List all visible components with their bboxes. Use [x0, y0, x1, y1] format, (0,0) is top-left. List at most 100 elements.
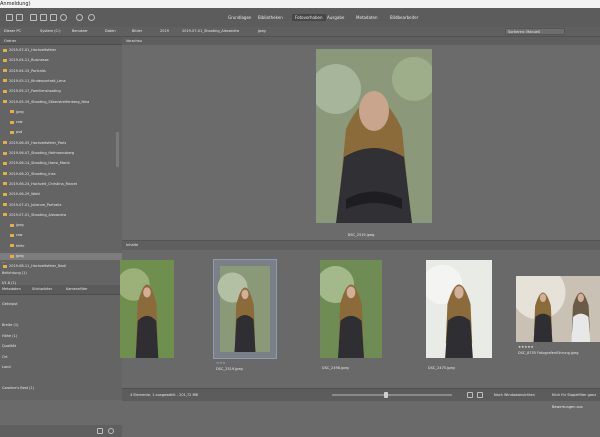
- folder-icon: [10, 223, 14, 227]
- folder-icon: [3, 192, 7, 196]
- folder-item[interactable]: 2019-06-05_Hochzeitsfeier_Paris: [0, 140, 117, 147]
- breadcrumb-item[interactable]: Daten: [105, 27, 116, 36]
- folder-item[interactable]: 2019-04-11_Businesse: [0, 57, 117, 64]
- folder-item[interactable]: raw: [0, 119, 124, 126]
- folder-item[interactable]: 2019-07-01_Shooting_Alexandra: [0, 212, 117, 219]
- thumbnail[interactable]: [320, 260, 382, 358]
- folder-item[interactable]: 2019-06-07_Shooting_Hofmannsberg: [0, 150, 117, 157]
- folder-label: raw: [16, 120, 23, 125]
- folder-icon: [3, 89, 7, 93]
- breadcrumb-item[interactable]: Benutzer: [72, 27, 88, 36]
- metadata-row[interactable]: Breite (1): [2, 322, 19, 328]
- status-view-mode[interactable]: Nach Windowansichten: [494, 389, 535, 401]
- folder-item[interactable]: jpeg: [0, 222, 124, 229]
- thumbnail[interactable]: [516, 276, 600, 342]
- filter-icon[interactable]: [50, 14, 57, 21]
- metadata-row[interactable]: Land: [2, 364, 11, 370]
- tab-metadaten[interactable]: Metadaten: [356, 14, 378, 21]
- folder-item[interactable]: 2019-06-24_Hochzeit_Christina_Marcel: [0, 181, 117, 188]
- breadcrumb-item[interactable]: 2019: [160, 27, 169, 36]
- tab-bibliotheken[interactable]: Bibliotheken: [258, 14, 283, 21]
- zoom-slider-knob[interactable]: [384, 392, 388, 398]
- back-icon[interactable]: [6, 14, 13, 21]
- tab-fotovorhaben[interactable]: Fotovorhaben: [292, 14, 326, 21]
- metadata-row[interactable]: Höhe (1): [2, 333, 17, 339]
- metadata-row[interactable]: Qualität: [2, 343, 16, 349]
- folder-label: 2019-05-19_Shooting_Silberstreifenberg_N…: [9, 99, 90, 104]
- settings-icon[interactable]: [108, 428, 114, 434]
- metadata-row[interactable]: Belichtung (1): [2, 270, 27, 276]
- thumbnail-rating[interactable]: ★★★★★: [518, 345, 534, 349]
- metadata-row[interactable]: Ort: [2, 354, 8, 360]
- folder-item[interactable]: jpeg: [0, 109, 124, 116]
- zoom-slider[interactable]: [332, 394, 452, 396]
- breadcrumb-item[interactable]: System (C:): [40, 27, 61, 36]
- panel-bottom-bar: [0, 425, 122, 437]
- thumbnail-rating[interactable]: ☆☆☆: [216, 361, 225, 365]
- folder-item[interactable]: jpeg: [0, 253, 124, 260]
- folder-icon: [10, 110, 14, 114]
- folder-icon: [3, 172, 7, 176]
- folder-item[interactable]: 2019-05-11_Kinderportrait_Lena: [0, 78, 117, 85]
- folder-icon: [3, 203, 7, 206]
- camera-icon[interactable]: [30, 14, 37, 21]
- breadcrumb-item[interactable]: Bilder: [132, 27, 142, 36]
- status-bar: 4 Elemente, 1 ausgewählt - 201,72 MB Nac…: [122, 388, 600, 409]
- grid-view-icon[interactable]: [467, 392, 473, 398]
- folder-item[interactable]: 2019-04-15_Portraits: [0, 68, 117, 75]
- window-title: Anmeldung): [0, 1, 31, 7]
- tab-bildbearbeiter[interactable]: Bildbearbeiter: [390, 14, 418, 21]
- folder-icon: [3, 69, 7, 73]
- preview-header: Vorschau: [122, 37, 600, 45]
- breadcrumb-item[interactable]: 2019-07-01_Shooting_Alexandra: [182, 27, 239, 36]
- folder-icon: [3, 79, 7, 83]
- status-filter-hint[interactable]: Klick für Stapelfilter ganz Bewertungen …: [552, 389, 600, 413]
- thumbnail[interactable]: [120, 260, 174, 358]
- breadcrumb-item[interactable]: jpeg: [258, 27, 266, 36]
- panel-tab-metadaten[interactable]: Metadaten: [2, 285, 21, 294]
- folder-item[interactable]: 2019-06-29_Wald: [0, 191, 117, 198]
- metadata-row[interactable]: f/1.8 (1): [2, 280, 16, 286]
- folder-item[interactable]: 2019-05-17_Familienshooting: [0, 88, 117, 95]
- sort-select[interactable]: Sortieren: Manuell: [505, 28, 565, 35]
- metadata-row[interactable]: Geknipst: [2, 301, 18, 307]
- thumbnail-photo: [426, 260, 492, 358]
- folder-scrollbar[interactable]: [116, 132, 119, 167]
- folder-item[interactable]: 2019-06-14_Shooting_Hansi_Maria: [0, 160, 117, 167]
- tab-grundlagen[interactable]: Grundlagen: [228, 14, 251, 21]
- forward-icon[interactable]: [16, 14, 23, 21]
- folder-icon: [3, 58, 7, 62]
- folder-label: tethr: [16, 243, 25, 248]
- thumbnail[interactable]: [426, 260, 492, 358]
- metadata-row[interactable]: Caroline's Best (1): [2, 385, 34, 391]
- tab-ausgabe[interactable]: Ausgabe: [327, 14, 344, 21]
- folder-icon: [10, 130, 14, 134]
- breadcrumb-item[interactable]: Dieser PC: [4, 27, 21, 36]
- thumbnail[interactable]: [213, 259, 277, 359]
- pin-icon[interactable]: [97, 428, 103, 434]
- folder-label: 2019-08-11_Hochzeitsfeier_Nadi: [9, 264, 66, 269]
- star-icon[interactable]: [60, 14, 67, 21]
- window-titlebar: Anmeldung): [0, 0, 600, 8]
- folder-icon: [10, 120, 14, 124]
- folder-icon[interactable]: [40, 14, 47, 21]
- list-view-icon[interactable]: [477, 392, 483, 398]
- folder-icon: [3, 100, 7, 103]
- folder-item[interactable]: 2019-06-22_Shooting_Ines: [0, 171, 117, 178]
- folder-item[interactable]: 2019-05-19_Shooting_Silberstreifenberg_N…: [0, 99, 117, 106]
- preview-photo[interactable]: [316, 49, 432, 223]
- folder-item[interactable]: 2019-07-01_Hochzeitsfeier: [0, 47, 117, 54]
- rotate-left-icon[interactable]: [76, 14, 83, 21]
- metadata-row[interactable]: …: [2, 259, 6, 265]
- folder-item[interactable]: raw: [0, 232, 124, 239]
- panel-tab-stichwörter[interactable]: Stichwörter: [32, 285, 52, 294]
- thumbnail-filename: DSC_2519.jpeg: [216, 367, 243, 371]
- panel-tab-kamerafilter[interactable]: Kamerafilter: [66, 285, 88, 294]
- rotate-right-icon[interactable]: [88, 14, 95, 21]
- folder-icon: [10, 233, 14, 237]
- panel-tabs: Metadaten Stichwörter Kamerafilter: [0, 285, 122, 295]
- folder-item[interactable]: tethr: [0, 243, 124, 250]
- folder-item[interactable]: psd: [0, 129, 124, 136]
- folder-item[interactable]: 2019-07-01_Julianne_Portraits: [0, 202, 117, 209]
- folder-label: jpeg: [16, 254, 24, 258]
